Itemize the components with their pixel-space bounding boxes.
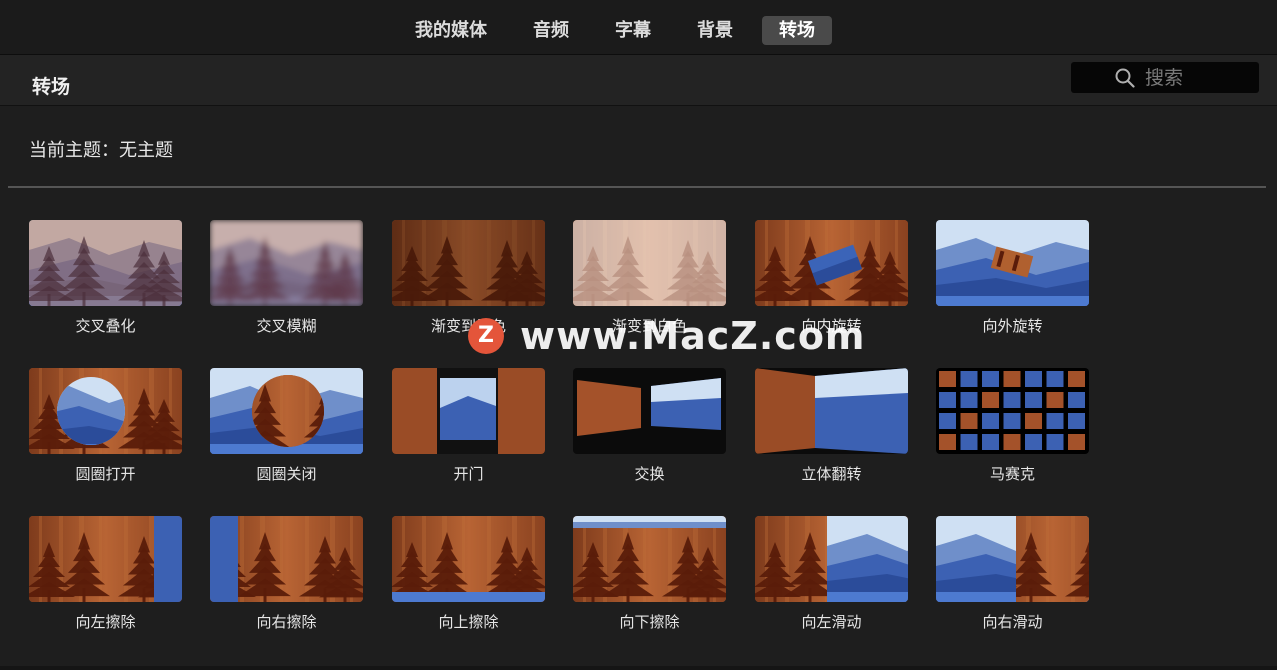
transition-wipe-left[interactable]: 向左擦除 bbox=[29, 516, 182, 632]
watermark-text: www.MacZ.com bbox=[520, 314, 866, 358]
transition-wipe-right[interactable]: 向右擦除 bbox=[210, 516, 363, 632]
tab-transitions[interactable]: 转场 bbox=[762, 16, 832, 45]
transition-label: 向上擦除 bbox=[438, 613, 499, 631]
transition-wipe-up[interactable]: 向上擦除 bbox=[392, 516, 545, 632]
top-tab-bar: 我的媒体 音频 字幕 背景 转场 bbox=[0, 0, 1277, 55]
transition-thumbnail[interactable] bbox=[936, 516, 1089, 602]
transition-thumbnail[interactable] bbox=[755, 220, 908, 306]
transition-cross-dissolve[interactable]: 交叉叠化 bbox=[29, 220, 182, 336]
transition-circle-close[interactable]: 圆圈关闭 bbox=[210, 368, 363, 484]
transition-label: 马赛克 bbox=[989, 465, 1035, 483]
tab-audio[interactable]: 音频 bbox=[516, 16, 586, 45]
tab-titles[interactable]: 字幕 bbox=[598, 16, 668, 45]
transition-spin-out[interactable]: 向外旋转 bbox=[936, 220, 1089, 336]
media-tabs: 我的媒体 音频 字幕 背景 转场 bbox=[398, 16, 844, 45]
transition-label: 交叉叠化 bbox=[75, 317, 136, 335]
transition-thumbnail[interactable] bbox=[936, 368, 1089, 454]
transition-label: 立体翻转 bbox=[801, 465, 862, 483]
transition-label: 向右滑动 bbox=[982, 613, 1043, 631]
watermark-logo: Z bbox=[468, 318, 504, 354]
transition-label: 交换 bbox=[634, 465, 665, 483]
transition-thumbnail[interactable] bbox=[392, 368, 545, 454]
transition-slide-right[interactable]: 向右滑动 bbox=[936, 516, 1089, 632]
bottom-edge bbox=[0, 666, 1277, 670]
divider bbox=[8, 186, 1266, 188]
tab-my-media[interactable]: 我的媒体 bbox=[398, 16, 504, 45]
current-theme-label: 当前主题：无主题 bbox=[29, 140, 173, 161]
transition-label: 交叉模糊 bbox=[256, 317, 317, 335]
search-input[interactable] bbox=[1143, 66, 1257, 90]
tab-backgrounds[interactable]: 背景 bbox=[680, 16, 750, 45]
transition-thumbnail[interactable] bbox=[573, 516, 726, 602]
transition-label: 向左擦除 bbox=[75, 613, 136, 631]
page-title: 转场 bbox=[32, 76, 71, 98]
transition-thumbnail[interactable] bbox=[755, 516, 908, 602]
transition-label: 向外旋转 bbox=[982, 317, 1043, 335]
transition-slide-left[interactable]: 向左滑动 bbox=[755, 516, 908, 632]
transition-mosaic[interactable]: 马赛克 bbox=[936, 368, 1089, 484]
transition-cube[interactable]: 立体翻转 bbox=[755, 368, 908, 484]
transition-thumbnail[interactable] bbox=[210, 368, 363, 454]
transition-thumbnail[interactable] bbox=[29, 516, 182, 602]
search-icon bbox=[1115, 68, 1135, 88]
transition-label: 向下擦除 bbox=[619, 613, 680, 631]
transition-thumbnail[interactable] bbox=[29, 220, 182, 306]
transition-label: 开门 bbox=[453, 465, 484, 483]
browser-header: 转场 bbox=[0, 55, 1277, 106]
transition-label: 向左滑动 bbox=[801, 613, 862, 631]
transition-thumbnail[interactable] bbox=[392, 516, 545, 602]
transition-cross-blur[interactable]: 交叉模糊 bbox=[210, 220, 363, 336]
transition-label: 向右擦除 bbox=[256, 613, 317, 631]
transition-thumbnail[interactable] bbox=[210, 220, 363, 306]
transition-wipe-down[interactable]: 向下擦除 bbox=[573, 516, 726, 632]
transition-label: 圆圈打开 bbox=[75, 465, 136, 483]
transition-thumbnail[interactable] bbox=[573, 220, 726, 306]
search-field[interactable] bbox=[1071, 62, 1259, 93]
transition-thumbnail[interactable] bbox=[210, 516, 363, 602]
transition-thumbnail[interactable] bbox=[936, 220, 1089, 306]
watermark: Z www.MacZ.com bbox=[468, 312, 866, 360]
transition-doorway[interactable]: 开门 bbox=[392, 368, 545, 484]
transition-label: 圆圈关闭 bbox=[256, 465, 317, 483]
transition-thumbnail[interactable] bbox=[573, 368, 726, 454]
transition-thumbnail[interactable] bbox=[755, 368, 908, 454]
transition-circle-open[interactable]: 圆圈打开 bbox=[29, 368, 182, 484]
transition-thumbnail[interactable] bbox=[29, 368, 182, 454]
transition-swap[interactable]: 交换 bbox=[573, 368, 726, 484]
transition-thumbnail[interactable] bbox=[392, 220, 545, 306]
